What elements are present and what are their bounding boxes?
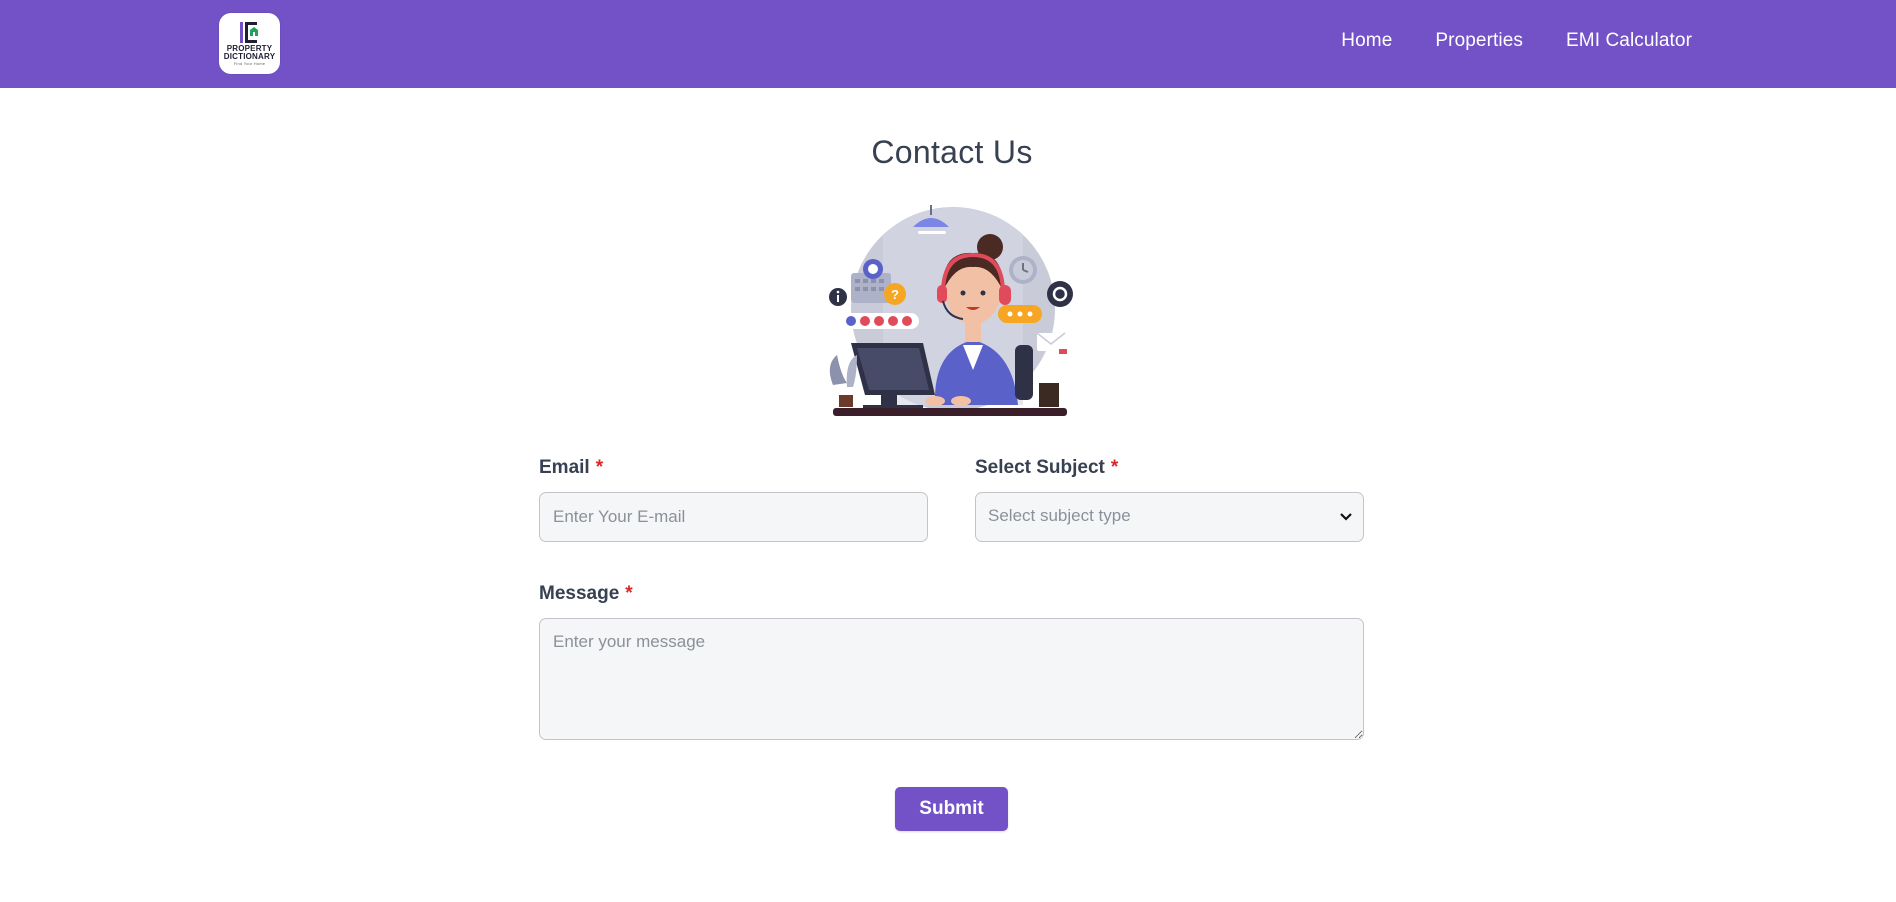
main-nav: Home Properties EMI Calculator [1341, 0, 1692, 82]
nav-properties-link[interactable]: Properties [1435, 30, 1523, 52]
top-navbar: PROPERTY DICTIONARY Find Your Home Home … [0, 0, 1896, 88]
subject-select[interactable]: Select subject type [975, 492, 1364, 542]
customer-support-illustration: ? [829, 205, 1073, 416]
logo-mark-icon [239, 22, 258, 43]
subject-label-text: Select Subject [975, 457, 1105, 478]
site-logo[interactable]: PROPERTY DICTIONARY Find Your Home [219, 13, 280, 74]
nav-home-link[interactable]: Home [1341, 30, 1392, 52]
logo-tagline: Find Your Home [233, 61, 266, 66]
message-required-mark: * [625, 583, 633, 604]
svg-text:?: ? [891, 287, 899, 302]
email-required-mark: * [595, 457, 604, 478]
page-title: Contact Us [871, 134, 1033, 170]
message-label-text: Message [539, 583, 620, 604]
nav-emi-calculator-link[interactable]: EMI Calculator [1566, 30, 1692, 52]
message-label: Message * [539, 583, 633, 605]
email-input[interactable] [539, 492, 928, 542]
logo-text-line2: DICTIONARY [223, 52, 276, 61]
email-label: Email * [539, 457, 603, 479]
subject-select-placeholder: Select subject type [988, 506, 1131, 525]
chevron-down-icon [1340, 513, 1352, 521]
email-label-text: Email [539, 457, 590, 478]
submit-button[interactable]: Submit [895, 787, 1008, 831]
message-textarea[interactable] [539, 618, 1364, 740]
subject-required-mark: * [1110, 457, 1119, 478]
subject-label: Select Subject * [975, 457, 1118, 479]
